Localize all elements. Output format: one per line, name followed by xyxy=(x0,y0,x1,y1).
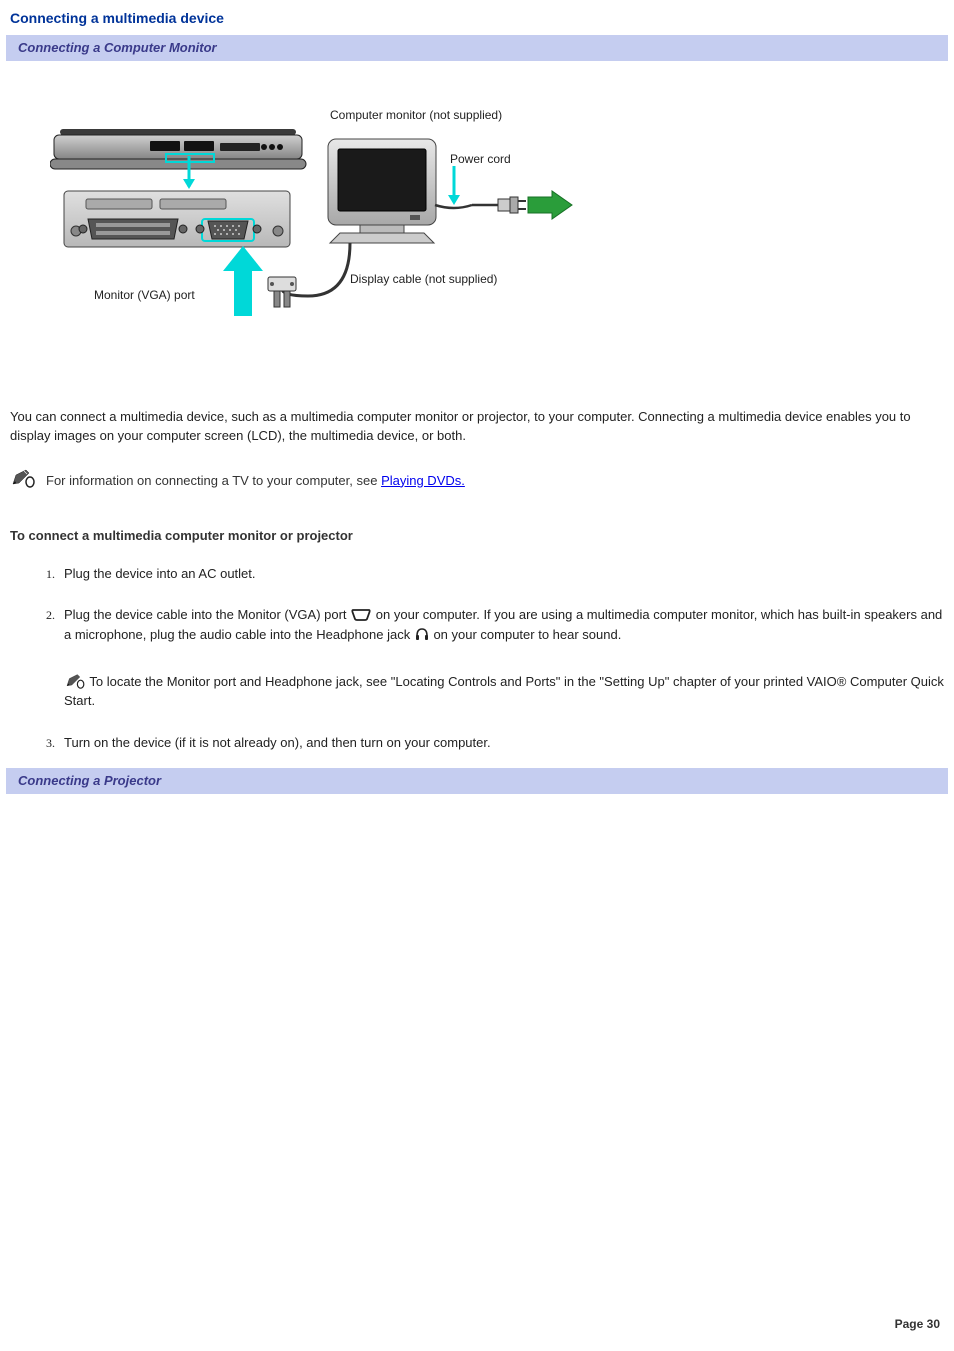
page-title: Connecting a multimedia device xyxy=(0,0,954,35)
display-cable xyxy=(268,243,350,307)
section-heading-projector: Connecting a Projector xyxy=(6,768,948,794)
intro-paragraph: You can connect a multimedia device, suc… xyxy=(0,401,954,452)
info-note: For information on connecting a TV to yo… xyxy=(0,452,954,497)
step-1: Plug the device into an AC outlet. xyxy=(58,558,954,594)
step-3: Turn on the device (if it is not already… xyxy=(58,727,954,763)
vga-port-icon xyxy=(350,606,372,626)
crt-monitor-illustration xyxy=(328,139,436,243)
page-number: Page 30 xyxy=(895,1315,940,1333)
steps-list: Plug the device into an AC outlet. Plug … xyxy=(0,558,954,763)
label-power-cord: Power cord xyxy=(450,152,511,166)
step-2: Plug the device cable into the Monitor (… xyxy=(58,599,954,721)
pencil-note-icon xyxy=(10,468,36,489)
steps-heading: To connect a multimedia computer monitor… xyxy=(0,496,954,552)
playing-dvds-link[interactable]: Playing DVDs. xyxy=(381,473,465,488)
power-cord xyxy=(435,166,572,219)
step-2-note: To locate the Monitor port and Headphone… xyxy=(64,674,944,709)
label-vga-port: Monitor (VGA) port xyxy=(94,288,195,302)
headphone-icon xyxy=(414,626,430,646)
connection-diagram: Computer monitor (not supplied) Power co… xyxy=(50,101,610,371)
label-display-cable: Display cable (not supplied) xyxy=(350,272,497,286)
pencil-note-icon xyxy=(64,674,89,689)
label-monitor: Computer monitor (not supplied) xyxy=(330,108,502,122)
section-heading-monitor: Connecting a Computer Monitor xyxy=(6,35,948,61)
rear-panel-illustration xyxy=(64,191,290,247)
info-note-prefix: For information on connecting a TV to yo… xyxy=(46,473,381,488)
